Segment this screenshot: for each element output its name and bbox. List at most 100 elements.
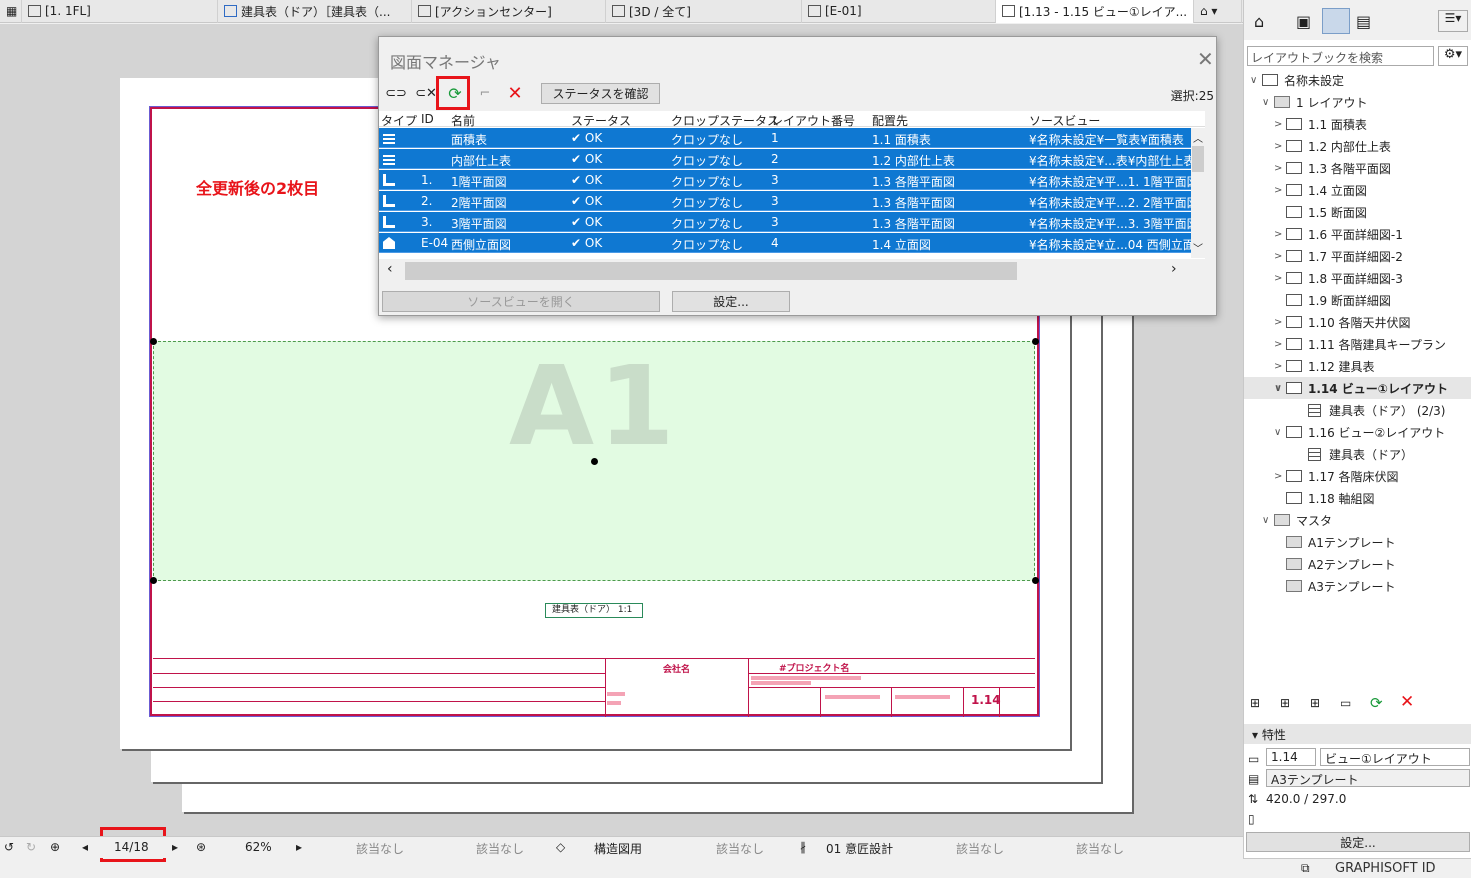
open-source-view-button[interactable]: ソースビューを開く — [382, 291, 660, 312]
update-drawing-icon[interactable]: ⟳ — [1370, 694, 1383, 712]
zoom-in-icon[interactable]: ⊕ — [50, 840, 60, 854]
new-subset-icon[interactable]: ⊞ — [1280, 696, 1290, 710]
properties-icon[interactable]: ▭ — [1340, 696, 1351, 710]
properties-settings-button[interactable]: 設定... — [1246, 832, 1470, 852]
status-none-4[interactable]: 該当なし — [956, 840, 1004, 857]
col-id[interactable]: ID — [421, 112, 434, 126]
chevron-down-icon[interactable]: ∨ — [1262, 515, 1274, 526]
scroll-right-icon[interactable]: › — [1171, 261, 1177, 277]
tab-3d[interactable]: [3D / 全て] — [606, 0, 802, 23]
drawing-title-tag[interactable]: 建具表（ドア） 1:1 — [545, 603, 643, 618]
table-row[interactable]: 3. 3階平面図 ✔ OK クロップなし 3 1.3 各階平面図 ¥名称未設定¥平...3.… — [379, 212, 1191, 232]
table-row[interactable]: 1. 1階平面図 ✔ OK クロップなし 3 1.3 各階平面図 ¥名称未設定¥平...1.… — [379, 170, 1191, 190]
tree-item[interactable]: 1.9 断面詳細図 — [1244, 289, 1471, 311]
tree-item[interactable]: >1.12 建具表 — [1244, 355, 1471, 377]
window-icon[interactable]: ⧉ — [1301, 861, 1310, 876]
master-select[interactable]: A3テンプレート — [1266, 769, 1470, 787]
chevron-right-icon[interactable]: > — [1274, 185, 1286, 196]
status-none-1[interactable]: 該当なし — [356, 840, 404, 857]
col-crop[interactable]: クロップステータス — [671, 112, 779, 129]
table-row[interactable]: E-04 西側立面図 ✔ OK クロップなし 4 1.4 立面図 ¥名称未設定¥立...04… — [379, 233, 1191, 253]
chevron-right-icon[interactable]: > — [1274, 163, 1286, 174]
prev-page-icon[interactable]: ◂ — [82, 840, 88, 854]
table-row[interactable]: 面積表 ✔ OK クロップなし 1 1.1 面積表 ¥名称未設定¥一覧表¥面積表 — [379, 128, 1191, 148]
tab-door-schedule[interactable]: 建具表（ドア）［建具表（... — [218, 0, 412, 23]
zoom-icon[interactable]: ⊛ — [196, 840, 206, 854]
scroll-down-icon[interactable]: ﹀ — [1193, 240, 1203, 255]
tree-item[interactable]: >1.8 平面詳細図-3 — [1244, 267, 1471, 289]
table-row[interactable]: 内部仕上表 ✔ OK クロップなし 2 1.2 内部仕上表 ¥名称未設定¥...表¥内部仕… — [379, 149, 1191, 169]
tree-item[interactable]: >1.10 各階天井伏図 — [1244, 311, 1471, 333]
tab-layout-active[interactable]: [1.13 - 1.15 ビュー①レイア...✕ — [996, 0, 1194, 23]
chevron-right-icon[interactable]: > — [1274, 361, 1286, 372]
handle-center[interactable] — [591, 458, 598, 465]
layer-combo[interactable]: 構造図用 — [594, 840, 642, 857]
delete-icon[interactable]: ✕ — [502, 81, 528, 105]
layout-id-field[interactable]: 1.14 — [1266, 748, 1316, 766]
chevron-right-icon[interactable]: > — [1274, 119, 1286, 130]
layout-book-icon[interactable] — [1322, 8, 1350, 34]
panel-menu-icon[interactable]: ☰▾ — [1438, 10, 1468, 32]
tree-item[interactable]: >1.6 平面詳細図-1 — [1244, 223, 1471, 245]
col-type[interactable]: タイプ — [381, 112, 417, 129]
col-name[interactable]: 名前 — [451, 112, 475, 129]
check-status-button[interactable]: ステータスを確認 — [541, 83, 660, 104]
search-settings-icon[interactable]: ⚙▾ — [1438, 46, 1468, 66]
tree-item[interactable]: >1.3 各階平面図 — [1244, 157, 1471, 179]
tab-action-center[interactable]: [アクションセンター] — [412, 0, 606, 23]
col-status[interactable]: ステータス — [571, 112, 631, 129]
status-none-5[interactable]: 該当なし — [1076, 840, 1124, 857]
chevron-right-icon[interactable]: > — [1274, 339, 1286, 350]
tree-item[interactable]: >1.4 立面図 — [1244, 179, 1471, 201]
page-counter[interactable]: 14/18 — [114, 840, 149, 854]
pen-set[interactable]: 01 意匠設計 — [826, 840, 893, 857]
grid-view-icon[interactable]: ▦ — [0, 0, 22, 23]
table-row[interactable]: 2. 2階平面図 ✔ OK クロップなし 3 1.3 各階平面図 ¥名称未設定¥平...2.… — [379, 191, 1191, 211]
dialog-settings-button[interactable]: 設定... — [672, 291, 790, 312]
project-map-icon[interactable]: ⌂ — [1254, 12, 1264, 31]
tree-item[interactable]: ∨ 1.14 ビュー①レイアウト — [1244, 377, 1471, 399]
chevron-down-icon[interactable]: ∨ — [1274, 427, 1286, 438]
chevron-right-icon[interactable]: > — [1274, 273, 1286, 284]
tree-item[interactable]: A3テンプレート — [1244, 575, 1471, 597]
tree-item[interactable]: 1.18 軸組図 — [1244, 487, 1471, 509]
tree-item[interactable]: 建具表（ドア） — [1244, 443, 1471, 465]
status-none-2[interactable]: 該当なし — [476, 840, 524, 857]
crop-icon[interactable]: ⌐ — [472, 81, 498, 105]
new-layout-icon[interactable]: ⊞ — [1250, 696, 1260, 710]
tree-item[interactable]: ∨ 1.16 ビュー②レイアウト — [1244, 421, 1471, 443]
tab-1fl[interactable]: [1. 1FL] — [22, 0, 218, 23]
vertical-scrollbar[interactable]: ︿ ﹀ — [1191, 128, 1205, 258]
chevron-right-icon[interactable]: > — [1274, 229, 1286, 240]
link-icon[interactable]: ⊂⊃ — [383, 81, 409, 105]
tree-item[interactable]: ∨ マスタ — [1244, 509, 1471, 531]
new-folder-icon[interactable]: ⊞ — [1310, 696, 1320, 710]
tree-item[interactable]: A1テンプレート — [1244, 531, 1471, 553]
graphisoft-id[interactable]: GRAPHISOFT ID — [1335, 861, 1436, 876]
properties-header[interactable]: ▾ 特性 — [1244, 724, 1471, 744]
chevron-down-icon[interactable]: ∨ — [1262, 97, 1274, 108]
tree-item[interactable]: >1.2 内部仕上表 — [1244, 135, 1471, 157]
tree-item[interactable]: >1.11 各階建具キープラン — [1244, 333, 1471, 355]
close-icon[interactable]: ✕ — [1197, 47, 1214, 71]
tree-item[interactable]: A2テンプレート — [1244, 553, 1471, 575]
tree-item[interactable]: ∨ 名称未設定 — [1244, 69, 1471, 91]
scroll-up-icon[interactable]: ︿ — [1193, 130, 1203, 145]
chevron-right-icon[interactable]: > — [1274, 251, 1286, 262]
tree-item[interactable]: 1.5 断面図 — [1244, 201, 1471, 223]
layout-search-input[interactable]: レイアウトブックを検索 — [1247, 46, 1434, 66]
zoom-dropdown-icon[interactable]: ▸ — [296, 840, 302, 854]
tree-item[interactable]: >1.7 平面詳細図-2 — [1244, 245, 1471, 267]
chevron-down-icon[interactable]: ∨ — [1250, 75, 1262, 86]
handle-tr[interactable] — [1032, 338, 1039, 345]
publisher-icon[interactable]: ▤ — [1356, 12, 1371, 31]
next-page-icon[interactable]: ▸ — [172, 840, 178, 854]
tab-more-icon[interactable]: ⌂ ▾ — [1194, 0, 1242, 23]
col-place[interactable]: 配置先 — [872, 112, 908, 129]
layout-name-field[interactable]: ビュー①レイアウト — [1320, 748, 1470, 766]
chevron-right-icon[interactable]: > — [1274, 141, 1286, 152]
redo-icon[interactable]: ↻ — [26, 840, 36, 854]
scroll-left-icon[interactable]: ‹ — [387, 261, 393, 277]
tab-e01[interactable]: [E-01] — [802, 0, 996, 23]
handle-br[interactable] — [1032, 577, 1039, 584]
